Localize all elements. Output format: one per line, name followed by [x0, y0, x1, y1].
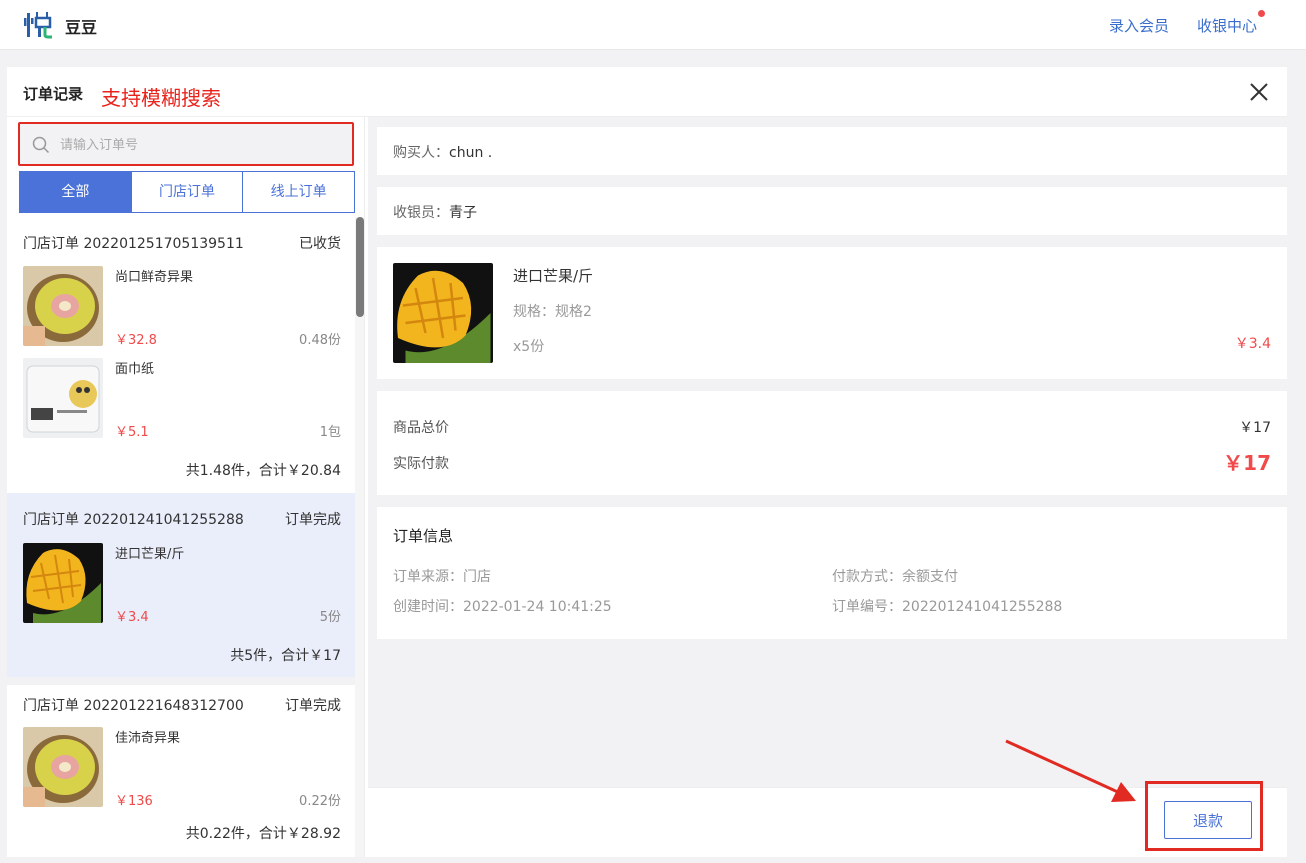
item-quantity: 5份 — [319, 610, 341, 625]
panel-title: 订单记录 — [23, 85, 84, 103]
cashier-card: 收银员：青子 — [377, 187, 1287, 235]
cashier-field: 收银员：青子 — [393, 202, 477, 222]
order-list-scrollbar[interactable] — [355, 217, 364, 857]
order-number: 门店订单 202201221648312700 — [23, 698, 244, 714]
goods-total-value: ￥17 — [1239, 420, 1271, 436]
buyer-card: 购买人：chun . — [377, 127, 1287, 175]
product-name: 进口芒果/斤 — [513, 267, 594, 285]
search-icon — [32, 136, 50, 154]
paid-amount-label: 实际付款 — [393, 456, 449, 472]
item-price: ￥136 — [115, 794, 153, 809]
search-box — [18, 122, 354, 166]
tab-online-orders[interactable]: 线上订单 — [243, 172, 354, 212]
order-header: 门店订单 202201221648312700 订单完成 — [23, 695, 341, 715]
order-number-detail: 订单编号：202201241041255288 — [832, 599, 1063, 615]
item-price: ￥3.4 — [115, 610, 149, 625]
buyer-value: chun . — [449, 145, 493, 161]
payment-method: 付款方式：余额支付 — [832, 569, 958, 585]
order-card-selected[interactable]: 门店订单 202201241041255288 订单完成 进口芒果/斤 ￥3.4… — [7, 493, 355, 677]
order-detail-panel: 购买人：chun . 收银员：青子 进口芒果/斤 规格：规格2 x5份 ￥3.4… — [368, 117, 1287, 857]
item-name: 尚口鲜奇异果 — [115, 270, 194, 285]
mango-image — [393, 263, 493, 363]
kiwi-image — [23, 727, 103, 807]
tissue-image — [23, 358, 103, 438]
order-header: 门店订单 202201241041255288 订单完成 — [23, 509, 341, 529]
order-info-card: 订单信息 订单来源：门店 创建时间：2022-01-24 10:41:25 付款… — [377, 507, 1287, 639]
product-spec: 规格：规格2 — [513, 304, 592, 320]
item-name: 面巾纸 — [115, 362, 155, 377]
kiwi-image — [23, 266, 103, 346]
order-status: 订单完成 — [285, 698, 341, 714]
order-created-time: 创建时间：2022-01-24 10:41:25 — [393, 599, 612, 615]
top-bar: 豆豆 录入会员 收银中心 — [0, 0, 1306, 50]
product-quantity: x5份 — [513, 339, 545, 355]
order-list: 门店订单 202201251705139511 已收货 尚口鲜奇异果 ￥32.8… — [7, 217, 355, 857]
order-source: 订单来源：门店 — [393, 569, 491, 585]
refund-button[interactable]: 退款 — [1164, 801, 1252, 839]
cashier-value: 青子 — [449, 205, 477, 221]
order-number: 门店订单 202201251705139511 — [23, 236, 244, 252]
item-name: 进口芒果/斤 — [115, 547, 185, 562]
store-name: 豆豆 — [65, 18, 98, 37]
item-price: ￥5.1 — [115, 425, 149, 440]
item-name: 佳沛奇异果 — [115, 731, 181, 746]
panel-header: 订单记录 支持模糊搜索 — [7, 67, 1287, 117]
item-quantity: 0.22份 — [299, 794, 341, 809]
order-card[interactable]: 门店订单 202201251705139511 已收货 尚口鲜奇异果 ￥32.8… — [7, 217, 355, 493]
totals-card: 商品总价 ￥17 实际付款 ￥17 — [377, 391, 1287, 495]
detail-footer: 退款 — [368, 781, 1287, 857]
paid-amount-value: ￥17 — [1223, 451, 1271, 475]
order-status: 已收货 — [299, 236, 341, 252]
item-quantity: 1包 — [319, 425, 341, 440]
order-summary: 共0.22件，合计￥28.92 — [185, 826, 341, 842]
product-price: ￥3.4 — [1234, 336, 1271, 352]
order-number: 门店订单 202201241041255288 — [23, 512, 244, 528]
app-logo — [24, 9, 52, 41]
order-card[interactable]: 门店订单 202201221648312700 订单完成 佳沛奇异果 ￥136 … — [7, 679, 355, 857]
product-card: 进口芒果/斤 规格：规格2 x5份 ￥3.4 — [377, 247, 1287, 379]
cashier-center-link[interactable]: 收银中心 — [1197, 15, 1257, 36]
goods-total-label: 商品总价 — [393, 420, 449, 436]
notification-dot — [1258, 10, 1265, 17]
item-price: ￥32.8 — [115, 333, 157, 348]
order-header: 门店订单 202201251705139511 已收货 — [23, 233, 341, 253]
mango-image — [23, 543, 103, 623]
scrollbar-thumb[interactable] — [356, 217, 364, 317]
order-status: 订单完成 — [285, 512, 341, 528]
item-quantity: 0.48份 — [299, 333, 341, 348]
order-summary: 共1.48件，合计￥20.84 — [185, 463, 341, 479]
cashier-label: 收银员： — [393, 205, 449, 221]
add-member-link[interactable]: 录入会员 — [1109, 15, 1169, 36]
order-item: 面巾纸 ￥5.1 1包 — [23, 358, 341, 440]
order-item: 进口芒果/斤 ￥3.4 5份 — [23, 543, 341, 625]
tab-store-orders[interactable]: 门店订单 — [132, 172, 244, 212]
order-type-tabs: 全部 门店订单 线上订单 — [19, 171, 355, 213]
close-icon[interactable] — [1248, 81, 1270, 103]
order-item: 尚口鲜奇异果 ￥32.8 0.48份 — [23, 266, 341, 348]
order-info-title: 订单信息 — [393, 527, 454, 545]
buyer-label: 购买人： — [393, 145, 449, 161]
tab-all[interactable]: 全部 — [20, 172, 132, 212]
order-item: 佳沛奇异果 ￥136 0.22份 — [23, 727, 341, 809]
search-input[interactable] — [60, 134, 340, 156]
buyer-field: 购买人：chun . — [393, 142, 492, 162]
fuzzy-search-annotation: 支持模糊搜索 — [101, 86, 221, 110]
order-list-panel: 全部 门店订单 线上订单 门店订单 202201251705139511 已收货… — [7, 117, 365, 857]
order-summary: 共5件，合计￥17 — [230, 648, 341, 664]
order-records-panel: 订单记录 支持模糊搜索 全部 门店订单 线上订单 门店订单 2022012517… — [7, 67, 1287, 857]
